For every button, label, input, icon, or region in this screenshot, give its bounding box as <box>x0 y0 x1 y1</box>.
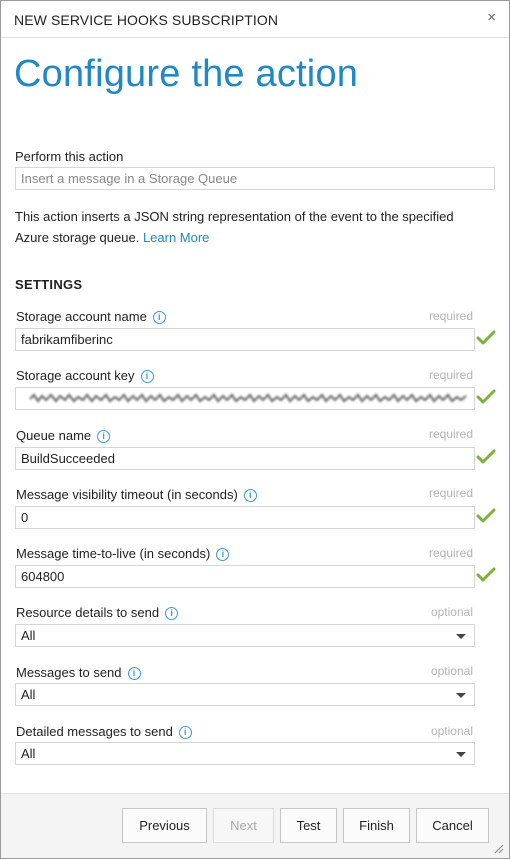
storage-account-name-input[interactable]: fabrikamfiberinc <box>15 328 475 351</box>
visibility-timeout-label-text: Message visibility timeout (in seconds) <box>16 487 238 502</box>
storage-account-name-label: Storage account name i <box>16 309 166 324</box>
messages-select[interactable]: All <box>15 683 475 706</box>
queue-name-input[interactable]: BuildSucceeded <box>15 447 475 470</box>
optional-hint: optional <box>430 605 473 619</box>
checkmark-icon <box>476 330 496 345</box>
required-hint: required <box>428 486 473 500</box>
resize-grip-icon[interactable] <box>492 842 504 854</box>
service-hook-dialog: NEW SERVICE HOOKS SUBSCRIPTION × Configu… <box>0 0 510 859</box>
time-to-live-label: Message time-to-live (in seconds) i <box>16 546 230 561</box>
finish-button[interactable]: Finish <box>343 808 410 843</box>
storage-account-key-input[interactable] <box>15 387 475 410</box>
next-button[interactable]: Next <box>213 808 274 843</box>
chevron-down-icon <box>456 752 466 757</box>
messages-label: Messages to send i <box>16 665 141 680</box>
learn-more-link[interactable]: Learn More <box>143 230 209 245</box>
required-hint: required <box>428 546 473 560</box>
info-icon[interactable]: i <box>152 311 166 324</box>
storage-account-name-label-text: Storage account name <box>16 309 147 324</box>
info-icon[interactable]: i <box>165 607 179 620</box>
close-icon[interactable]: × <box>487 9 496 26</box>
cancel-button[interactable]: Cancel <box>416 808 489 843</box>
detailed-messages-label-text: Detailed messages to send <box>16 724 173 739</box>
obscured-key-value <box>29 393 467 403</box>
required-hint: required <box>428 368 473 382</box>
checkmark-icon <box>476 508 496 523</box>
chevron-down-icon <box>456 693 466 698</box>
action-description-text: This action inserts a JSON string repres… <box>15 209 454 245</box>
settings-heading: SETTINGS <box>15 277 83 292</box>
optional-hint: optional <box>430 664 473 678</box>
optional-hint: optional <box>430 724 473 738</box>
storage-account-key-label-text: Storage account key <box>16 368 135 383</box>
visibility-timeout-input[interactable]: 0 <box>15 506 475 529</box>
messages-value: All <box>21 687 36 702</box>
chevron-down-icon <box>456 634 466 639</box>
dialog-titlebar: NEW SERVICE HOOKS SUBSCRIPTION × <box>1 1 509 38</box>
dialog-footer: Previous Next Test Finish Cancel <box>1 793 509 858</box>
test-button[interactable]: Test <box>280 808 337 843</box>
resource-details-select[interactable]: All <box>15 624 475 647</box>
messages-label-text: Messages to send <box>16 665 122 680</box>
page-title: Configure the action <box>14 53 359 95</box>
time-to-live-input[interactable]: 604800 <box>15 565 475 588</box>
info-icon[interactable]: i <box>97 430 111 443</box>
detailed-messages-label: Detailed messages to send i <box>16 724 192 739</box>
required-hint: required <box>428 309 473 323</box>
previous-button[interactable]: Previous <box>122 808 207 843</box>
detailed-messages-select[interactable]: All <box>15 742 475 765</box>
queue-name-label-text: Queue name <box>16 428 92 443</box>
detailed-messages-value: All <box>21 746 36 761</box>
checkmark-icon <box>476 449 496 464</box>
action-description: This action inserts a JSON string repres… <box>15 206 475 248</box>
storage-account-key-label: Storage account key i <box>16 368 154 383</box>
info-icon[interactable]: i <box>216 548 230 561</box>
checkmark-icon <box>476 567 496 582</box>
info-icon[interactable]: i <box>178 726 192 739</box>
required-hint: required <box>428 427 473 441</box>
action-label: Perform this action <box>15 149 124 164</box>
action-input[interactable]: Insert a message in a Storage Queue <box>15 167 495 190</box>
info-icon[interactable]: i <box>140 370 154 383</box>
resource-details-value: All <box>21 628 36 643</box>
time-to-live-label-text: Message time-to-live (in seconds) <box>16 546 211 561</box>
resource-details-label: Resource details to send i <box>16 605 179 620</box>
visibility-timeout-label: Message visibility timeout (in seconds) i <box>16 487 257 502</box>
info-icon[interactable]: i <box>243 489 257 502</box>
queue-name-label: Queue name i <box>16 428 111 443</box>
info-icon[interactable]: i <box>127 667 141 680</box>
dialog-title: NEW SERVICE HOOKS SUBSCRIPTION <box>14 12 279 28</box>
resource-details-label-text: Resource details to send <box>16 605 160 620</box>
checkmark-icon <box>476 389 496 404</box>
